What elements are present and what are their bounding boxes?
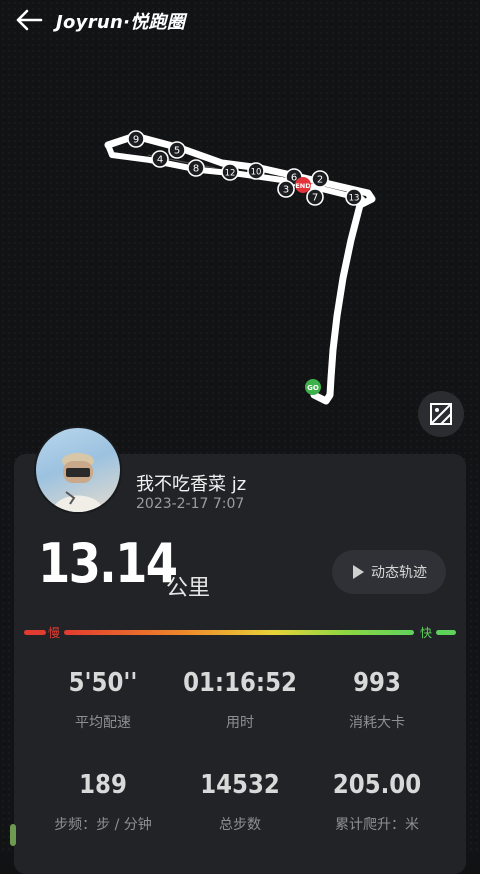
- fast-bar-end: [436, 630, 456, 635]
- stat-elevation-gain: 205.00 累计爬升：米: [307, 770, 447, 834]
- stat-calories: 993 消耗大卡: [307, 668, 447, 732]
- stat-duration: 01:16:52 用时: [170, 668, 310, 732]
- start-label: GO: [307, 384, 319, 392]
- km-marker-label: 10: [251, 168, 262, 178]
- play-icon: [353, 565, 364, 579]
- distance-value: 13.14: [38, 532, 178, 595]
- avatar-photo: [52, 453, 104, 512]
- stat-value: 14532: [200, 770, 280, 800]
- stat-value: 01:16:52: [183, 668, 297, 698]
- km-marker: 9: [127, 130, 145, 148]
- stat-label: 平均配速: [75, 715, 131, 731]
- km-marker: 10: [247, 162, 265, 180]
- stat-value: 993: [353, 668, 401, 698]
- replay-track-button[interactable]: 动态轨迹: [332, 550, 446, 594]
- stat-label: 用时: [226, 715, 254, 731]
- stat-label: 总步数: [219, 817, 261, 833]
- pace-color-legend: 慢 快: [24, 624, 456, 640]
- km-marker-label: 4: [157, 155, 163, 166]
- km-marker: 4: [151, 150, 169, 168]
- stat-cadence: 189 步频：步 / 分钟: [33, 770, 173, 834]
- fast-label: 快: [420, 626, 433, 640]
- km-marker-label: 9: [133, 135, 139, 146]
- floating-edge-tab[interactable]: [10, 824, 16, 846]
- avatar[interactable]: [34, 426, 122, 514]
- stat-label: 步频：步 / 分钟: [54, 817, 152, 833]
- run-summary-card: 我不吃香菜 jz 2023-2-17 7:07 13.14 公里 动态轨迹 慢 …: [14, 426, 466, 874]
- km-marker: 13: [345, 188, 363, 206]
- stat-avg-pace: 5'50'' 平均配速: [33, 668, 173, 732]
- pace-gradient-bar: [64, 630, 414, 635]
- km-marker-label: 12: [225, 169, 236, 179]
- run-datetime: 2023-2-17 7:07: [136, 496, 245, 512]
- km-marker-label: 5: [174, 146, 180, 157]
- km-marker-label: 8: [193, 164, 199, 175]
- route-track: 9548 12 10 6 237 13 GO END: [104, 130, 376, 405]
- stat-label: 消耗大卡: [349, 715, 405, 731]
- km-marker: 5: [168, 141, 186, 159]
- stat-value: 205.00: [332, 770, 422, 800]
- replay-track-label: 动态轨迹: [371, 565, 427, 581]
- km-marker: 7: [306, 188, 324, 206]
- km-marker-label: 2: [317, 175, 323, 186]
- username: 我不吃香菜 jz: [136, 474, 247, 495]
- slow-label: 慢: [48, 626, 61, 640]
- image-icon: [430, 403, 452, 425]
- stat-total-steps: 14532 总步数: [170, 770, 310, 834]
- start-marker: GO: [305, 379, 321, 395]
- km-marker: 2: [311, 170, 329, 188]
- km-marker: 3: [277, 180, 295, 198]
- slow-bar-end: [24, 630, 46, 635]
- km-marker-label: 3: [283, 185, 289, 196]
- map-view-toggle-button[interactable]: [418, 391, 464, 437]
- stat-value: 189: [79, 770, 127, 800]
- km-marker-label: 13: [349, 194, 360, 204]
- km-marker: 8: [187, 159, 205, 177]
- distance-unit: 公里: [166, 576, 211, 601]
- km-marker: 12: [221, 163, 239, 181]
- stat-value: 5'50'': [68, 668, 138, 698]
- km-marker-label: 7: [312, 193, 318, 204]
- end-label: END: [295, 182, 311, 190]
- stat-label: 累计爬升：米: [335, 817, 419, 833]
